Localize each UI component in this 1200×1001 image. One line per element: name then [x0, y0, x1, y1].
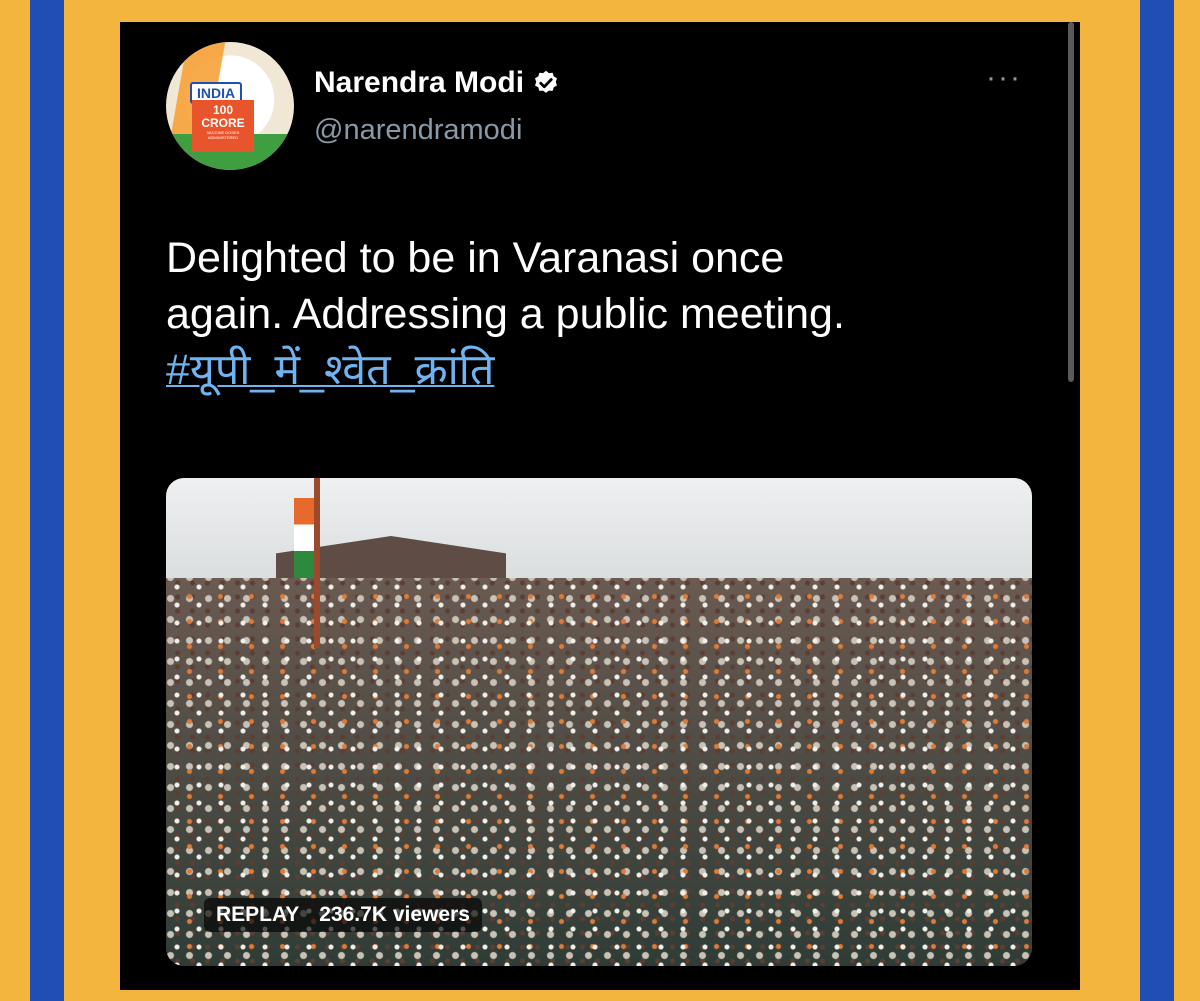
left-yellow-strip	[64, 0, 120, 1001]
replay-label: REPLAY	[216, 903, 300, 926]
viewer-count: 236.7K viewers	[319, 903, 470, 926]
author-handle[interactable]: @narendramodi	[314, 114, 522, 147]
video-flag-pole	[314, 478, 320, 648]
avatar-badge-caption-2: ADMINISTERED	[207, 135, 239, 140]
verified-badge-icon	[535, 70, 557, 93]
more-options-icon[interactable]: ···	[986, 63, 1022, 93]
right-blue-border	[1140, 0, 1174, 1001]
tweet-text: Delighted to be in Varanasi once again. …	[166, 230, 1026, 398]
author-name-row[interactable]: Narendra Modi	[314, 66, 560, 100]
author-name[interactable]: Narendra Modi	[314, 66, 524, 100]
scrollbar[interactable]	[1068, 22, 1074, 382]
avatar-badge-crore: 100 CRORE VACCINE DOSES ADMINISTERED	[192, 100, 254, 152]
tweet-text-line-1: Delighted to be in Varanasi once	[166, 234, 785, 282]
left-blue-border	[30, 0, 64, 1001]
video-player[interactable]: REPLAY 236.7K viewers	[166, 478, 1032, 966]
replay-badge[interactable]: REPLAY 236.7K viewers	[204, 898, 482, 932]
tweet-text-line-2: again. Addressing a public meeting.	[166, 290, 845, 338]
hashtag-link[interactable]: #यूपी_में_श्वेत_क्रांति	[166, 346, 494, 394]
avatar[interactable]: INDIA 100 CRORE VACCINE DOSES ADMINISTER…	[166, 42, 294, 170]
avatar-badge-unit: CRORE	[201, 116, 245, 130]
video-flag	[294, 498, 314, 578]
tweet-card: INDIA 100 CRORE VACCINE DOSES ADMINISTER…	[120, 22, 1080, 990]
